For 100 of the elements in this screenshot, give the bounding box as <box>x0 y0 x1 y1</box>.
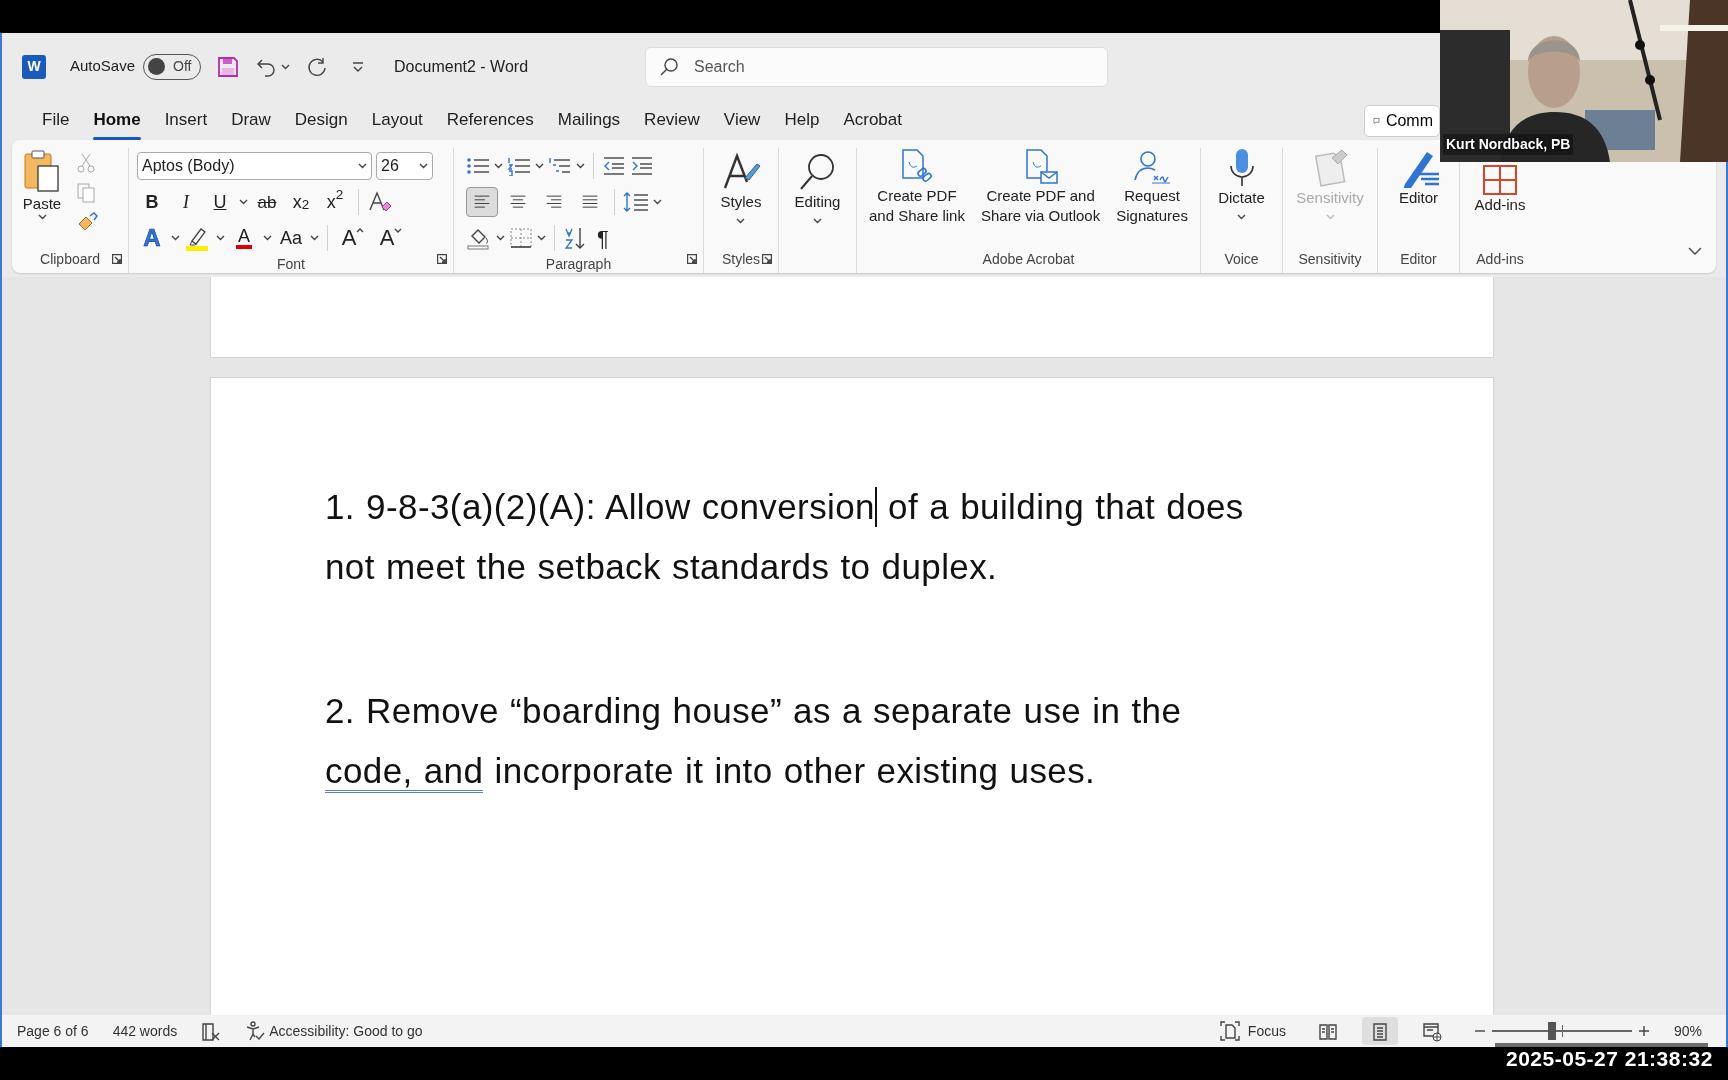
create-pdf-button[interactable]: Create PDF and Share link <box>863 148 971 245</box>
save-icon[interactable] <box>217 56 240 78</box>
decrease-indent-icon[interactable] <box>602 156 626 176</box>
font-size-dropdown[interactable]: 26 <box>376 152 433 180</box>
caret-icon <box>37 213 47 220</box>
caret-icon[interactable] <box>494 163 503 169</box>
group-label: Editor <box>1399 249 1438 269</box>
change-case-button[interactable]: Aa <box>276 223 306 253</box>
borders-icon[interactable] <box>509 227 533 249</box>
paste-button[interactable]: Paste <box>16 148 68 245</box>
dialog-launcher-icon[interactable] <box>687 254 697 264</box>
group-label: Sensitivity <box>1297 249 1363 269</box>
signature-person-icon <box>1132 148 1173 186</box>
word-logo: W <box>22 54 46 79</box>
dialog-launcher-icon[interactable] <box>437 254 447 264</box>
caret-icon[interactable] <box>239 199 248 205</box>
autosave-label: AutoSave <box>70 56 136 77</box>
dialog-launcher-icon[interactable] <box>762 254 772 264</box>
comments-button[interactable]: Comm <box>1364 105 1440 137</box>
menu-tab[interactable]: Home <box>81 103 153 137</box>
group-label: Styles <box>724 249 758 269</box>
menu-tab[interactable]: Draw <box>219 103 283 137</box>
caret-icon <box>1237 213 1246 220</box>
align-left-icon[interactable] <box>466 187 498 217</box>
caret-icon[interactable] <box>419 163 428 169</box>
menu-tab[interactable]: Mailings <box>545 103 633 137</box>
group-label: Clipboard <box>39 249 101 269</box>
page-count[interactable]: Page 6 of 6 <box>17 1020 89 1042</box>
clear-formatting-icon[interactable] <box>367 190 393 214</box>
caret-icon[interactable] <box>537 235 546 241</box>
focus-button[interactable]: Focus <box>1219 1020 1286 1042</box>
focus-icon <box>1219 1021 1240 1041</box>
search-icon <box>659 56 680 77</box>
paragraph: 1. 9-8-3(a)(2)(A): Allow conversion of a building that does not meet the setback standards to duplex. <box>325 486 1245 588</box>
proofing-icon[interactable] <box>201 1021 222 1042</box>
group-label: Add-ins <box>1475 249 1525 269</box>
dialog-launcher-icon[interactable] <box>112 254 122 264</box>
request-signatures-button[interactable]: Request Signatures <box>1110 148 1194 245</box>
bullets-icon[interactable] <box>466 156 490 176</box>
menu-tab[interactable]: Acrobat <box>831 103 914 137</box>
accessibility-status[interactable]: Accessibility: Good to go <box>245 1020 423 1042</box>
create-pdf-button[interactable]: Create PDF and Share via Outlook <box>974 148 1107 245</box>
redo-icon[interactable] <box>306 56 329 78</box>
dictate-button[interactable]: Dictate <box>1212 148 1271 245</box>
caret-icon[interactable] <box>358 163 367 169</box>
menu-tab[interactable]: Help <box>772 103 832 137</box>
caret-icon[interactable] <box>216 235 225 241</box>
clipboard-icon <box>22 148 62 194</box>
increase-indent-icon[interactable] <box>630 156 654 176</box>
caret-icon[interactable] <box>281 63 291 70</box>
menu-tab[interactable]: Review <box>632 103 712 137</box>
paragraph: 2. Remove “boarding house” as a separate use in the code, and incorporate it into other existing uses. <box>325 681 1493 801</box>
grow-font-button[interactable]: A <box>336 223 370 253</box>
add-ins-button[interactable]: Add-ins <box>1468 165 1532 245</box>
word-count[interactable]: 442 words <box>112 1020 178 1042</box>
caret-icon[interactable] <box>576 163 585 169</box>
menu-tab[interactable]: References <box>434 103 546 137</box>
recording-timestamp: 2025-05-27 21:38:32 <box>1506 1048 1713 1069</box>
print-layout-icon[interactable] <box>1361 1017 1398 1045</box>
caret-icon <box>1325 213 1335 220</box>
font-name-dropdown[interactable]: Aptos (Body) <box>137 152 372 180</box>
document-title: Document2 - Word <box>393 56 530 77</box>
collapse-ribbon-icon[interactable] <box>1688 247 1702 257</box>
show-formatting-marks-button[interactable]: ¶ <box>591 221 615 255</box>
caret-icon[interactable] <box>263 235 272 241</box>
sort-icon[interactable] <box>563 226 587 250</box>
underline-button[interactable]: U <box>205 187 235 217</box>
participant-name: Kurt Nordback, PB <box>1443 134 1574 155</box>
zoom-level[interactable]: 90% <box>1673 1020 1702 1042</box>
numbering-icon[interactable] <box>507 156 531 176</box>
styles-button[interactable]: Styles <box>714 152 768 245</box>
customize-toolbar-icon[interactable] <box>352 61 365 74</box>
search-field[interactable]: Search <box>645 46 1109 87</box>
menu-tab[interactable]: View <box>711 103 773 137</box>
group-label: Paragraph <box>544 255 613 274</box>
subscript-button[interactable]: x$_{2}$ <box>286 187 316 217</box>
menu-tab[interactable]: Insert <box>152 103 220 137</box>
shrink-font-button[interactable]: A <box>374 223 408 253</box>
line-spacing-icon[interactable] <box>623 191 649 213</box>
caret-icon[interactable] <box>535 163 544 169</box>
italic-button[interactable]: I <box>171 187 201 217</box>
caret-icon[interactable] <box>496 235 505 241</box>
bold-button[interactable]: B <box>137 187 167 217</box>
superscript-button[interactable]: x$^{2}$ <box>320 187 350 217</box>
menu-tab[interactable]: Layout <box>359 103 435 137</box>
group-label: Font <box>276 255 306 274</box>
caret-icon <box>813 217 822 224</box>
font-color-button[interactable]: A <box>229 223 259 253</box>
text-effects-button[interactable]: A <box>137 223 167 253</box>
caret-icon[interactable] <box>171 235 180 241</box>
accessibility-icon <box>245 1021 266 1041</box>
strikethrough-button[interactable]: ab <box>252 187 282 217</box>
zoom-in-icon[interactable] <box>1637 1025 1650 1037</box>
multilevel-list-icon[interactable] <box>548 156 572 176</box>
caret-icon[interactable] <box>653 199 662 205</box>
grid-icon <box>1480 165 1520 195</box>
menu-tab[interactable]: Design <box>282 103 360 137</box>
editing-button[interactable]: Editing <box>788 152 847 245</box>
menu-tab[interactable]: File <box>30 103 82 137</box>
caret-icon[interactable] <box>310 235 319 241</box>
